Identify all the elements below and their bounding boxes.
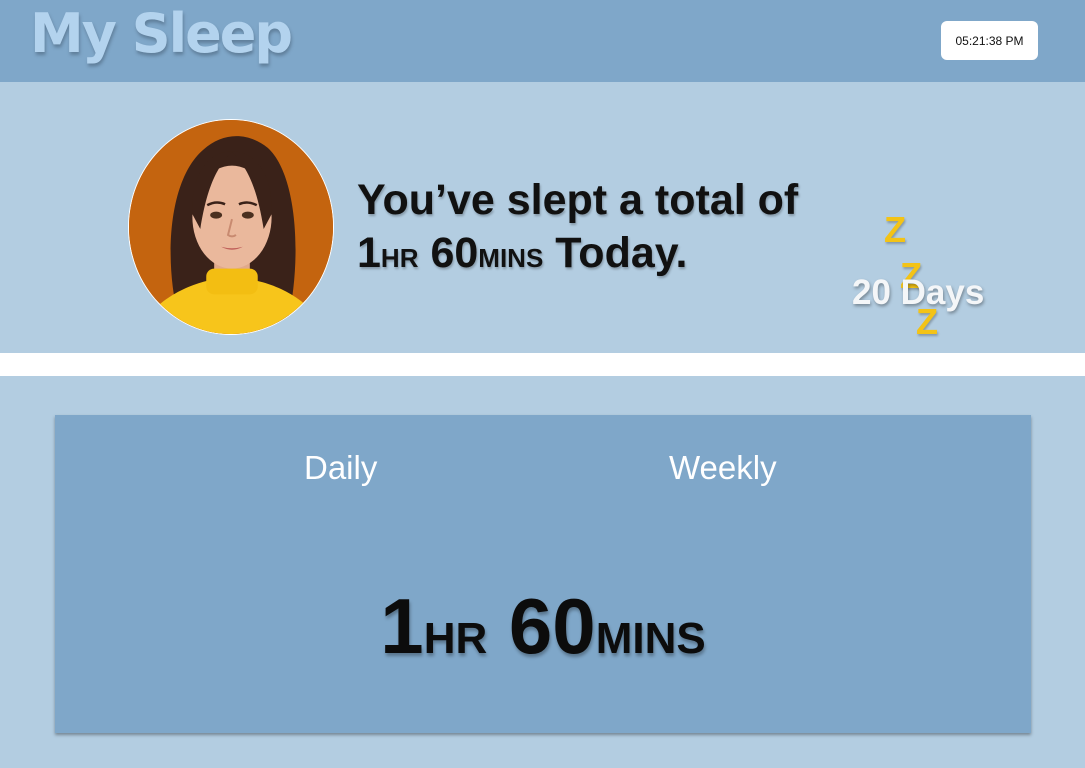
sleep-total-display: 1HR 60MINS [55, 581, 1031, 672]
clock-display: 05:21:38 PM [941, 21, 1038, 60]
sleep-z-icon: Z [884, 209, 906, 250]
stats-section: Daily Weekly 1HR 60MINS [0, 376, 1085, 768]
summary-hours-value: 1 [357, 229, 381, 277]
avatar-portrait [129, 120, 333, 334]
summary-suffix: Today. [555, 229, 688, 277]
total-hours-value: 1 [380, 582, 424, 670]
total-hours-unit: HR [423, 614, 488, 663]
total-minutes-unit: MINS [595, 614, 706, 663]
summary-minutes-unit: MINS [478, 243, 544, 273]
section-divider [0, 353, 1085, 376]
summary-total-line: 1HR 60MINS Today. [357, 225, 798, 286]
app-header: My Sleep 05:21:38 PM [0, 0, 1085, 82]
stats-card: Daily Weekly 1HR 60MINS [55, 415, 1031, 733]
streak-days: 20 Days [852, 273, 985, 312]
total-minutes-value: 60 [508, 582, 596, 670]
summary-minutes-value: 60 [430, 229, 479, 277]
profile-section: You’ve slept a total of 1HR 60MINS Today… [0, 82, 1085, 353]
summary-prefix: You’ve slept a total of [357, 176, 799, 224]
avatar [128, 119, 334, 335]
summary-hours-unit: HR [380, 243, 419, 273]
sleep-summary: You’ve slept a total of 1HR 60MINS Today… [357, 175, 798, 286]
tab-weekly[interactable]: Weekly [669, 449, 777, 487]
app-title: My Sleep [30, 2, 293, 65]
tab-daily[interactable]: Daily [304, 449, 377, 487]
